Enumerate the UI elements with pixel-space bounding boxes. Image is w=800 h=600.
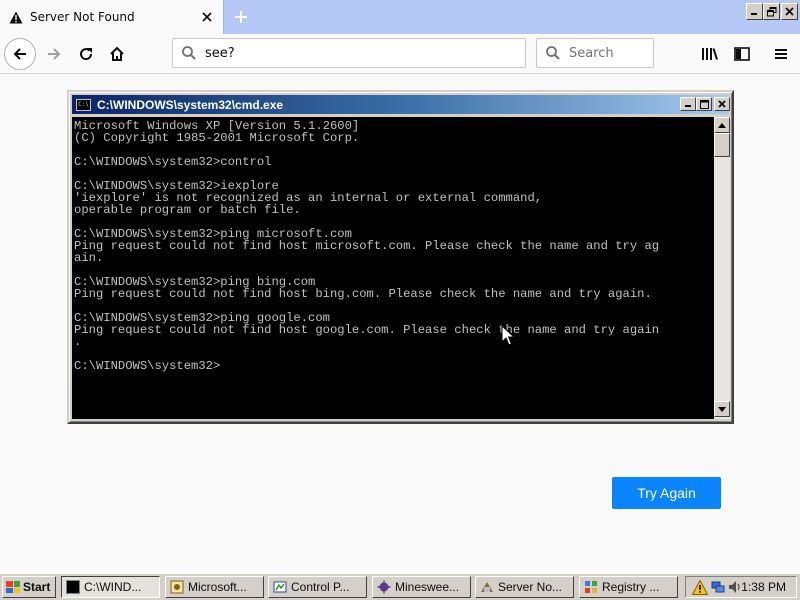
network-icon[interactable]	[711, 580, 725, 594]
url-text: see?	[205, 45, 235, 61]
clock: 1:38 PM	[741, 580, 786, 594]
minesweeper-icon	[377, 580, 391, 594]
console-output[interactable]: Microsoft Windows XP [Version 5.1.2600](…	[72, 117, 714, 419]
cmd-minimize-button[interactable]	[680, 97, 696, 111]
task-microsoft[interactable]: Microsoft...	[165, 576, 264, 598]
scroll-down-button[interactable]	[714, 401, 730, 417]
volume-icon[interactable]	[728, 580, 742, 594]
console-line: C:\WINDOWS\system32>	[74, 359, 221, 373]
url-bar[interactable]: see?	[172, 38, 526, 68]
new-tab-button[interactable]	[229, 5, 253, 29]
app-icon	[480, 580, 494, 594]
close-window-button[interactable]	[781, 3, 798, 20]
try-again-button[interactable]: Try Again	[612, 477, 721, 509]
task-control-panel[interactable]: Control P...	[268, 576, 367, 598]
minimize-window-button[interactable]	[746, 3, 763, 20]
start-label: Start	[23, 580, 51, 594]
task-label: Control P...	[291, 580, 350, 594]
warning-shield-icon[interactable]	[692, 579, 708, 595]
console-line: operable program or batch file.	[74, 203, 301, 217]
task-label: Registry ...	[602, 580, 660, 594]
close-tab-icon[interactable]	[197, 7, 217, 27]
cmd-close-button[interactable]	[714, 97, 730, 111]
console-line: Ping request could not find host google.…	[74, 323, 660, 337]
search-icon	[181, 45, 197, 61]
cmd-icon	[66, 580, 80, 594]
console-line: C:\WINDOWS\system32>control	[74, 155, 272, 169]
control-panel-icon	[273, 580, 287, 594]
search-box[interactable]: Search	[536, 38, 654, 68]
reload-button[interactable]	[70, 38, 102, 70]
scroll-thumb[interactable]	[714, 133, 730, 157]
console-scrollbar[interactable]	[714, 117, 730, 419]
cmd-window: C:\ C:\WINDOWS\system32\cmd.exe Microsof…	[67, 90, 734, 424]
tab-title: Server Not Found	[30, 10, 135, 24]
task-label: Microsoft...	[188, 580, 247, 594]
console-line: ain.	[74, 251, 104, 265]
navigation-toolbar: see? Search	[0, 34, 800, 74]
search-icon	[545, 45, 561, 61]
task-registry[interactable]: Registry ...	[579, 576, 678, 598]
scroll-up-button[interactable]	[714, 117, 730, 133]
mouse-cursor-icon	[501, 325, 515, 346]
task-label: C:\WIND...	[84, 580, 142, 594]
task-minesweeper[interactable]: Minesweе...	[372, 576, 471, 598]
sidebar-toggle-icon[interactable]	[726, 38, 758, 70]
cmd-title: C:\WINDOWS\system32\cmd.exe	[97, 97, 284, 112]
cmd-icon: C:\	[76, 98, 91, 111]
windows-logo-icon	[6, 581, 20, 593]
back-button[interactable]	[4, 38, 36, 70]
home-button[interactable]	[101, 38, 133, 70]
console-line: (C) Copyright 1985-2001 Microsoft Corp.	[74, 131, 360, 145]
registry-icon	[584, 580, 598, 594]
library-icon[interactable]	[694, 38, 726, 70]
cmd-title-bar[interactable]: C:\ C:\WINDOWS\system32\cmd.exe	[72, 95, 730, 114]
task-label: Server No...	[498, 580, 563, 594]
taskbar: Start C:\WIND... Microsoft... Control P.…	[0, 572, 800, 600]
menu-icon[interactable]	[765, 38, 797, 70]
restore-window-button[interactable]	[763, 3, 780, 20]
console-line: Ping request could not find host microso…	[74, 239, 660, 253]
forward-button[interactable]	[38, 38, 70, 70]
app-icon	[170, 580, 184, 594]
warning-icon	[8, 9, 24, 25]
task-cmd[interactable]: C:\WIND...	[61, 576, 160, 598]
cmd-maximize-button[interactable]	[696, 97, 712, 111]
system-tray: 1:38 PM	[685, 576, 797, 598]
search-placeholder: Search	[569, 45, 614, 61]
console-line: .	[74, 335, 82, 349]
tab-strip: Server Not Found	[0, 0, 800, 34]
task-label: Minesweе...	[395, 580, 460, 594]
console-line: Ping request could not find host bing.co…	[74, 287, 652, 301]
tab-server-not-found[interactable]: Server Not Found	[0, 0, 224, 34]
task-server-not-found[interactable]: Server No...	[475, 576, 574, 598]
start-button[interactable]: Start	[2, 576, 56, 598]
